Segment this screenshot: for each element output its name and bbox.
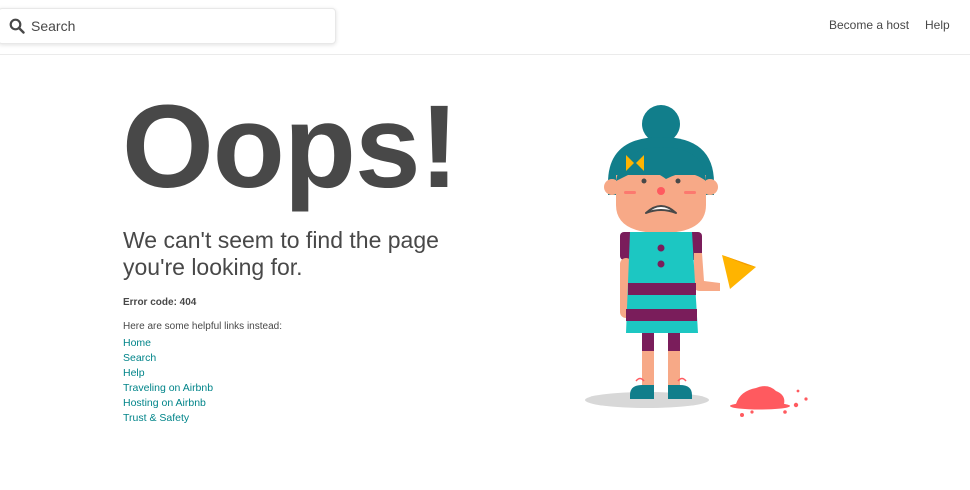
sad-girl-illustration [585,105,808,417]
page-subtitle: We can't seem to find the page you're lo… [123,227,439,280]
list-item: Help [123,366,213,381]
helpful-links-list: Home Search Help Traveling on Airbnb Hos… [123,336,213,426]
top-header: Become a host Help [0,0,970,55]
search-box[interactable] [0,8,336,44]
help-link[interactable]: Help [925,18,950,32]
become-a-host-link[interactable]: Become a host [829,18,909,32]
list-item: Trust & Safety [123,411,213,426]
link-search[interactable]: Search [123,352,156,364]
list-item: Search [123,351,213,366]
helpful-links-intro: Here are some helpful links instead: [123,321,282,332]
list-item: Traveling on Airbnb [123,381,213,396]
page-title: Oops! [122,81,459,213]
error-code: Error code: 404 [123,297,197,308]
list-item: Home [123,336,213,351]
link-hosting-on-airbnb[interactable]: Hosting on Airbnb [123,397,206,409]
search-icon [9,18,25,34]
search-input[interactable] [31,15,321,37]
link-traveling-on-airbnb[interactable]: Traveling on Airbnb [123,382,213,394]
link-home[interactable]: Home [123,337,151,349]
list-item: Hosting on Airbnb [123,396,213,411]
link-help[interactable]: Help [123,367,145,379]
link-trust-and-safety[interactable]: Trust & Safety [123,412,189,424]
